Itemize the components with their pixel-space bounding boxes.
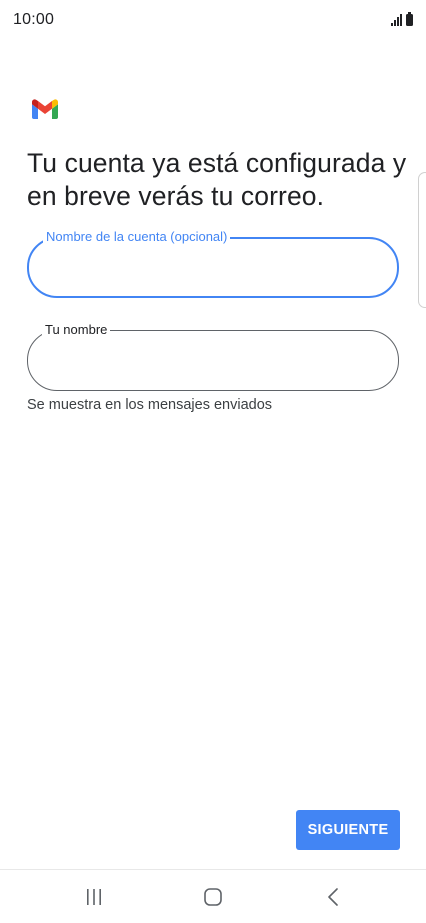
status-time: 10:00 (13, 11, 55, 28)
status-icons (391, 12, 413, 26)
signal-icon (391, 14, 402, 26)
your-name-helper-text: Se muestra en los mensajes enviados (27, 397, 273, 413)
recents-icon (87, 889, 101, 905)
your-name-input[interactable] (46, 347, 380, 377)
back-icon (328, 888, 338, 906)
recents-button[interactable] (74, 882, 114, 912)
status-bar: 10:00 (0, 0, 426, 40)
setup-screen: 10:00 Tu cuenta ya está configurada y en… (0, 0, 426, 923)
navigation-bar (0, 869, 426, 923)
page-title: Tu cuenta ya está configurada y en breve… (27, 148, 407, 211)
next-button[interactable]: SIGUIENTE (296, 810, 400, 850)
gmail-logo-icon (32, 99, 58, 119)
home-button[interactable] (193, 882, 233, 912)
edge-panel-handle[interactable] (418, 172, 426, 308)
your-name-field[interactable]: Tu nombre (27, 322, 399, 391)
back-button[interactable] (313, 882, 353, 912)
account-name-label: Nombre de la cuenta (opcional) (43, 229, 231, 245)
battery-icon (406, 12, 413, 26)
home-icon (204, 888, 222, 906)
account-name-field[interactable]: Nombre de la cuenta (opcional) (27, 229, 399, 298)
your-name-label: Tu nombre (42, 322, 111, 338)
account-name-input[interactable] (47, 255, 379, 285)
